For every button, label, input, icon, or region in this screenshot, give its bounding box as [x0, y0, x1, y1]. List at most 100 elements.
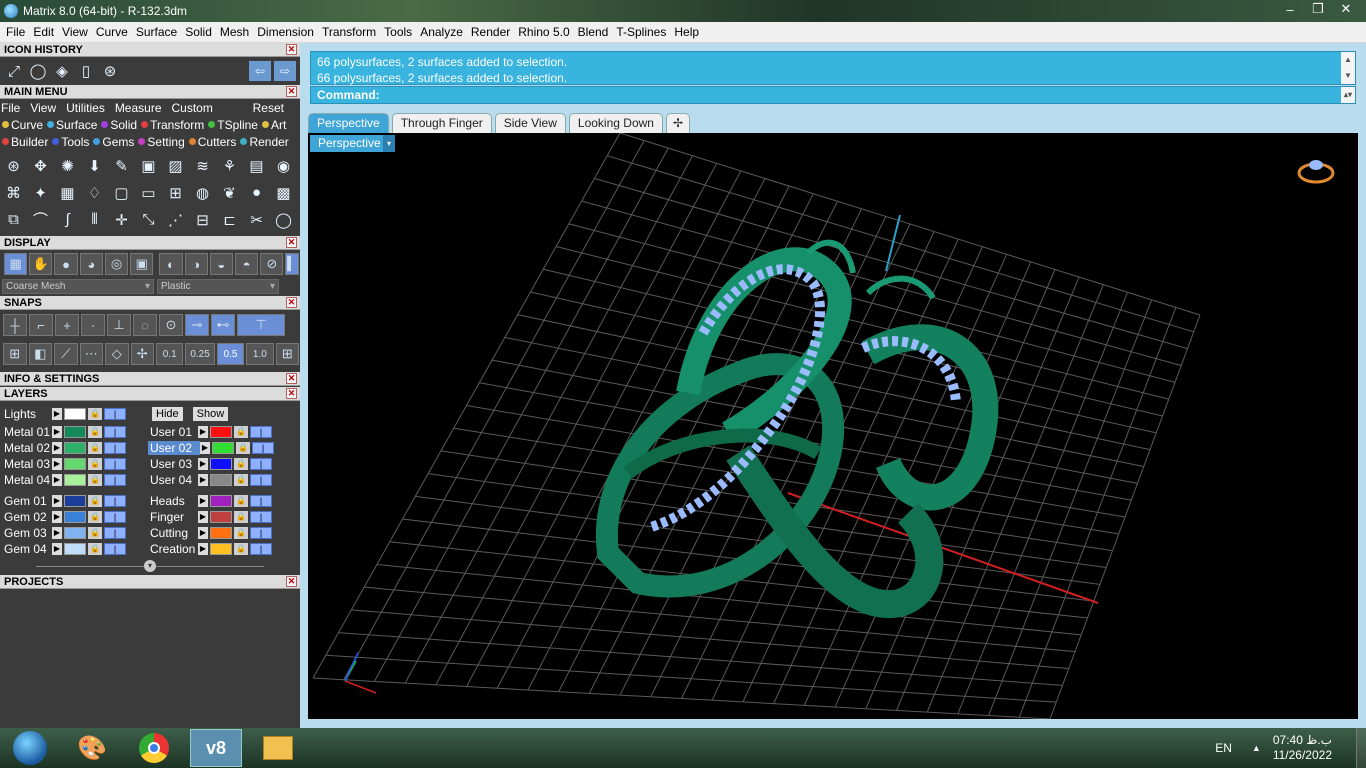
category-tspline[interactable]: TSpline — [208, 118, 258, 132]
expand-icon[interactable]: ▶ — [52, 407, 62, 420]
visible-icon[interactable]: | — [104, 527, 126, 539]
show-all-button[interactable]: Show — [192, 406, 229, 421]
start-button[interactable] — [4, 729, 56, 767]
expand-icon[interactable]: ▶ — [52, 426, 62, 438]
lock-icon[interactable]: 🔒 — [236, 442, 250, 454]
light-tool-icon[interactable]: ✺ — [54, 154, 81, 178]
material-select[interactable]: Plastic — [157, 278, 279, 294]
layers-header[interactable]: LAYERS ✕ — [0, 387, 300, 401]
menu-solid[interactable]: Solid — [181, 25, 216, 39]
main-menu-reset[interactable]: Reset — [253, 101, 284, 115]
expand-icon[interactable]: ▶ — [52, 495, 62, 507]
category-tools[interactable]: Tools — [52, 135, 89, 149]
taskbar-explorer[interactable] — [252, 729, 304, 767]
layer-heads[interactable]: Heads ▶ 🔒 | — [146, 493, 296, 509]
lock-icon[interactable]: 🔒 — [88, 474, 102, 486]
visible-icon[interactable]: | — [250, 458, 272, 470]
layer-metal-04[interactable]: Metal 04 ▶ 🔒 | — [0, 472, 146, 488]
tab-through-finger[interactable]: Through Finger — [391, 113, 492, 133]
snap-grid-icon[interactable]: ⊞ — [275, 343, 300, 365]
osnap-icon[interactable]: ⋯ — [79, 343, 103, 365]
viewport-label[interactable]: Perspective ▾ — [310, 135, 395, 152]
gumball-icon[interactable]: ✢ — [130, 343, 154, 365]
menu-transform[interactable]: Transform — [318, 25, 380, 39]
layer-metal-03[interactable]: Metal 03 ▶ 🔒 | — [0, 456, 146, 472]
mirror-tool-icon[interactable]: ⊏ — [216, 208, 243, 232]
visible-icon[interactable]: | — [104, 495, 126, 507]
layer-metal-02[interactable]: Metal 02 ▶ 🔒 | — [0, 440, 146, 456]
snap-value-05[interactable]: 0.5 — [216, 343, 245, 365]
display-header[interactable]: DISPLAY ✕ — [0, 236, 300, 250]
snap-end-icon[interactable]: ┼ — [3, 314, 27, 336]
wave-tool-icon[interactable]: ≋ — [189, 154, 216, 178]
category-solid[interactable]: Solid — [101, 118, 137, 132]
snap-near-icon[interactable]: ⌐ — [29, 314, 53, 336]
visible-icon[interactable]: | — [104, 511, 126, 523]
gems-tool-icon[interactable]: ✦ — [27, 181, 54, 205]
save-tool-icon[interactable]: ▩ — [270, 181, 297, 205]
render-sphere-icon[interactable]: ● — [54, 253, 78, 275]
silver-material-icon[interactable]: ◑ — [184, 253, 208, 275]
layer-swatch[interactable] — [64, 474, 86, 486]
menu-file[interactable]: File — [2, 25, 29, 39]
menu-edit[interactable]: Edit — [29, 25, 58, 39]
expand-icon[interactable]: ▶ — [52, 543, 62, 555]
hatch-tool-icon[interactable]: ▨ — [162, 154, 189, 178]
history-back-button[interactable]: ⇦ — [249, 61, 271, 81]
lock-icon[interactable]: 🔒 — [234, 543, 248, 555]
layer-swatch[interactable] — [64, 511, 86, 523]
main-menu-header[interactable]: MAIN MENU ✕ — [0, 85, 300, 99]
snap-value-01[interactable]: 0.1 — [156, 343, 184, 365]
expand-icon[interactable]: ▶ — [198, 458, 208, 470]
tab-side-view[interactable]: Side View — [494, 113, 566, 133]
menu-blend[interactable]: Blend — [574, 25, 613, 39]
circle-tool-icon[interactable]: ◯ — [26, 59, 50, 83]
minimize-button[interactable]: ‒ — [1276, 0, 1304, 18]
wire-material-icon[interactable]: ⊘ — [260, 253, 284, 275]
lock-icon[interactable]: 🔒 — [88, 458, 102, 470]
layer-swatch[interactable] — [212, 442, 234, 454]
link-tool-icon[interactable]: ⊟ — [189, 208, 216, 232]
hide-all-button[interactable]: Hide — [152, 406, 183, 421]
chrome-material-icon[interactable]: ◓ — [234, 253, 259, 275]
expand-icon[interactable]: ▶ — [198, 543, 208, 555]
visible-icon[interactable]: | — [104, 426, 126, 438]
planar-icon[interactable]: ◧ — [28, 343, 52, 365]
visible-icon[interactable]: | — [250, 527, 272, 539]
icon-history-header[interactable]: ICON HISTORY ✕ — [0, 43, 300, 57]
info-settings-header[interactable]: INFO & SETTINGS ✕ — [0, 372, 300, 386]
lock-icon[interactable]: 🔒 — [234, 474, 248, 486]
visible-icon[interactable]: | — [104, 442, 126, 454]
arc-tool-icon[interactable]: ⌒ — [27, 208, 54, 232]
arrow-down-tool-icon[interactable]: ⬇ — [81, 154, 108, 178]
lock-icon[interactable]: 🔒 — [234, 458, 248, 470]
layer-swatch[interactable] — [64, 458, 86, 470]
layer-cutting[interactable]: Cutting ▶ 🔒 | — [146, 525, 296, 541]
category-curve[interactable]: Curve — [2, 118, 43, 132]
network-tool-icon[interactable]: ⌘ — [0, 181, 27, 205]
lock-icon[interactable]: 🔒 — [88, 442, 102, 454]
curve-tool-icon[interactable]: ⤢ — [2, 59, 26, 83]
globe-tool-icon[interactable]: ◉ — [270, 154, 297, 178]
visible-icon[interactable]: | — [104, 474, 126, 486]
snap-perp-icon[interactable]: ⊥ — [107, 314, 131, 336]
lock-icon[interactable]: 🔒 — [88, 495, 102, 507]
layer-user-01[interactable]: User 01 ▶ 🔒 | — [146, 424, 296, 440]
expand-icon[interactable]: ▶ — [198, 426, 208, 438]
doc-tool-icon[interactable]: ▢ — [108, 181, 135, 205]
expand-icon[interactable]: ▶ — [198, 527, 208, 539]
layer-swatch[interactable] — [210, 495, 232, 507]
command-line[interactable]: Command: ▴▾ — [310, 86, 1356, 104]
layer-user-04[interactable]: User 04 ▶ 🔒 | — [146, 472, 296, 488]
layer-finger[interactable]: Finger ▶ 🔒 | — [146, 509, 296, 525]
gold-material-icon[interactable]: ◐ — [159, 253, 183, 275]
tray-arrow-icon[interactable]: ▲ — [1252, 743, 1261, 753]
visible-icon[interactable]: | — [250, 511, 272, 523]
visible-icon[interactable]: | — [104, 543, 126, 555]
grid-tool-icon[interactable]: ⊞ — [162, 181, 189, 205]
lock-icon[interactable]: 🔒 — [234, 495, 248, 507]
orientation-gizmo-icon[interactable] — [1297, 160, 1335, 184]
menu-curve[interactable]: Curve — [92, 25, 132, 39]
expand-icon[interactable]: ▶ — [52, 511, 62, 523]
expand-icon[interactable]: ▶ — [200, 442, 210, 454]
